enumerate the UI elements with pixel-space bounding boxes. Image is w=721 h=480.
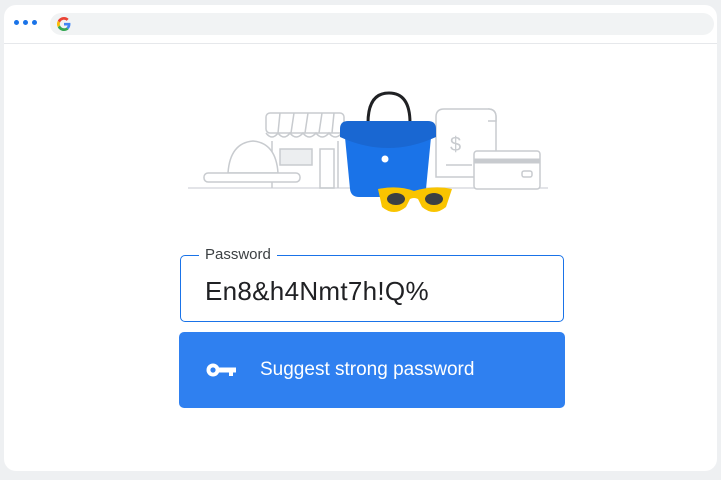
sunglasses-icon [378, 187, 452, 212]
browser-window: $ Password En8&h4Nmt7h!Q% Suggest strong… [4, 5, 717, 471]
handbag-icon [340, 91, 436, 197]
password-label: Password [199, 246, 277, 264]
shopping-illustration: $ [188, 91, 548, 212]
address-bar[interactable] [50, 13, 714, 35]
password-value[interactable]: En8&h4Nmt7h!Q% [205, 276, 429, 306]
suggest-button-label: Suggest strong password [260, 359, 475, 380]
google-g-icon [57, 17, 71, 31]
three-dots-icon[interactable] [14, 20, 40, 26]
key-icon [206, 363, 236, 377]
credit-card-icon [473, 150, 541, 190]
browser-toolbar [4, 5, 717, 44]
password-field[interactable]: Password En8&h4Nmt7h!Q% [180, 246, 564, 322]
receipt-dollar-icon: $ [450, 134, 461, 156]
suggest-strong-password-button[interactable]: Suggest strong password [179, 332, 565, 408]
